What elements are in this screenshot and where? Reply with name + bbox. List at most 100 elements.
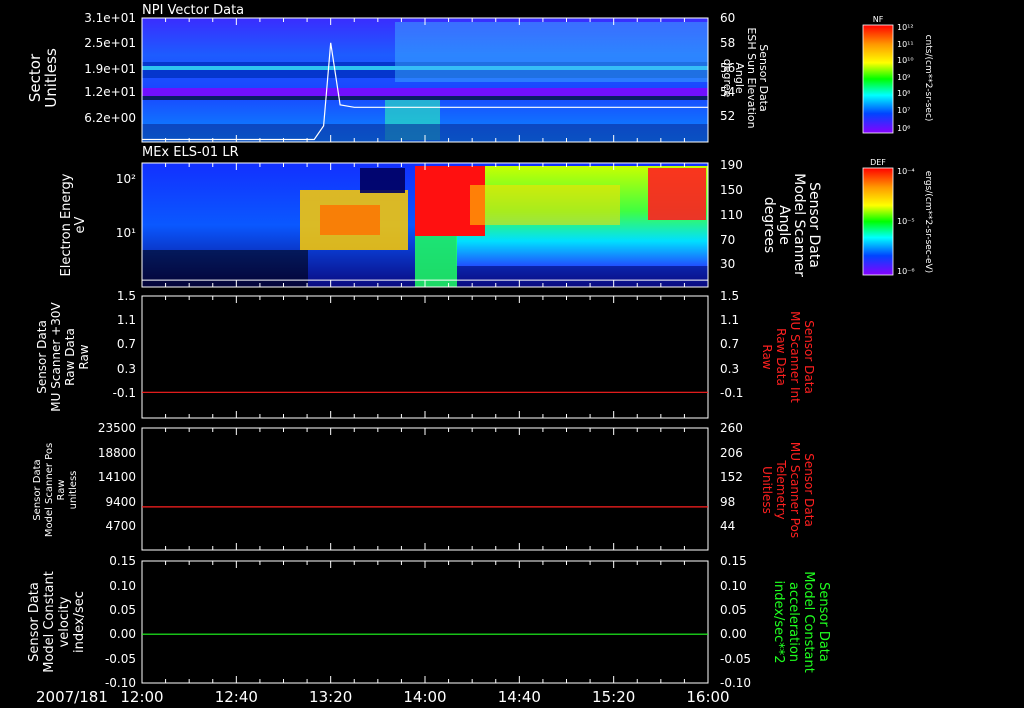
npi-colorbar-tick: 10¹² xyxy=(897,23,914,32)
date-label: 2007/181 xyxy=(36,688,108,706)
mu30-ytick: 1.5 xyxy=(117,289,136,303)
mu30-ylabel-right: MU Scanner Int xyxy=(788,311,802,403)
mu30-x-ticks xyxy=(141,296,709,418)
els-ylabel-right: Model Scanner xyxy=(791,173,807,277)
npi-colorbar-units: cnts/(cm**2-sr-sec) xyxy=(923,35,933,122)
time-tick-labels: 12:00 12:40 13:20 14:00 14:40 15:20 16:00 xyxy=(120,688,729,706)
npi-bright-region xyxy=(395,22,708,82)
pos-left-axis: 23500 18800 14100 9400 4700 Sensor Data … xyxy=(32,421,136,537)
pos-ylabel: Raw xyxy=(56,479,67,500)
els-colorbar-tick: 10⁻⁴ xyxy=(897,167,915,176)
vel-ylabel: index/sec xyxy=(72,591,87,653)
vel-ylabel: Sensor Data xyxy=(27,582,42,662)
els-dark-low xyxy=(142,250,308,287)
mu30-ytick-right: 1.1 xyxy=(720,313,739,327)
vel-ytick: 0.05 xyxy=(109,603,136,617)
vel-ytick: 0.00 xyxy=(109,627,136,641)
els-ylabel-right: Sensor Data xyxy=(806,182,822,268)
pos-ytick-right: 260 xyxy=(720,421,743,435)
els-colorbar-tick: 10⁻⁵ xyxy=(897,217,915,226)
time-tick-label: 13:20 xyxy=(309,688,352,706)
vel-left-axis: 0.15 0.10 0.05 0.00 -0.05 -0.10 Sensor D… xyxy=(27,554,136,690)
els-red-right xyxy=(648,168,706,220)
pos-ylabel-right: Sensor Data xyxy=(802,453,816,527)
vel-right-axis: 0.15 0.10 0.05 0.00 -0.05 -0.10 Sensor D… xyxy=(720,554,831,690)
npi-ytick-right: 58 xyxy=(720,36,735,50)
vel-ytick: 0.15 xyxy=(109,554,136,568)
npi-left-axis: 3.1e+01 2.5e+01 1.9e+01 1.2e+01 6.2e+00 … xyxy=(26,11,136,125)
els-colorbar-units: ergs/(cm**2-sr-sec-eV) xyxy=(923,171,933,273)
els-right-axis: 190 150 110 70 30 Sensor Data Model Scan… xyxy=(720,158,822,277)
els-orange-spot xyxy=(320,205,380,235)
time-tick-label: 12:00 xyxy=(120,688,163,706)
pos-ylabel-right: Unitless xyxy=(760,466,774,514)
pos-ytick: 23500 xyxy=(98,421,136,435)
mu30-ylabel: MU Scanner +30V xyxy=(49,302,63,412)
npi-ytick: 2.5e+01 xyxy=(84,36,136,50)
npi-colorbar-tick: 10⁶ xyxy=(897,124,910,133)
vel-ylabel-right: Sensor Data xyxy=(816,582,831,662)
pos-right-axis: 260 206 152 98 44 Sensor Data MU Scanner… xyxy=(720,421,816,538)
pos-ytick: 18800 xyxy=(98,446,136,460)
mu30-ylabel-right: Raw xyxy=(760,344,774,369)
pos-x-ticks xyxy=(141,428,709,550)
panel-npi: NPI Vector Data 3.1e+01 2.5e+01 1.9e+01 … xyxy=(26,3,933,143)
vel-ylabel: Model Constant xyxy=(42,571,57,673)
time-tick-label: 16:00 xyxy=(686,688,729,706)
npi-colorbar-label: NF xyxy=(873,15,884,24)
mu30-ytick-right: 1.5 xyxy=(720,289,739,303)
vel-ylabel: velocity xyxy=(57,596,72,647)
vel-ylabel-right: index/sec**2 xyxy=(771,580,786,663)
els-ytick-right: 70 xyxy=(720,233,735,247)
pos-ytick-right: 98 xyxy=(720,495,735,509)
mu30-ytick: 0.3 xyxy=(117,362,136,376)
npi-ytick: 3.1e+01 xyxy=(84,11,136,25)
mu30-ytick: 0.7 xyxy=(117,337,136,351)
els-ytick-right: 150 xyxy=(720,183,743,197)
npi-ylabel: Unitless xyxy=(42,48,60,108)
panel-vel: 0.15 0.10 0.05 0.00 -0.05 -0.10 Sensor D… xyxy=(27,554,831,690)
vel-ylabel-right: acceleration xyxy=(786,582,801,662)
els-ytick-right: 190 xyxy=(720,158,743,172)
panel-els-title: MEx ELS-01 LR xyxy=(142,145,239,160)
pos-ylabel: Model Scanner Pos xyxy=(44,443,55,537)
pos-ylabel-right: MU Scanner Pos xyxy=(788,442,802,538)
npi-right-axis: 60 58 56 54 52 Sensor Data ESH Sun Eleva… xyxy=(720,11,770,129)
mu30-frame xyxy=(141,295,709,419)
npi-ytick-right: 52 xyxy=(720,109,735,123)
els-ytick: 10² xyxy=(116,172,136,186)
npi-ytick: 6.2e+00 xyxy=(84,111,136,125)
els-ytick: 10¹ xyxy=(116,226,136,240)
vel-frame xyxy=(141,560,709,684)
els-yellow-band xyxy=(470,185,620,225)
npi-colorbar: NF 10¹² 10¹¹ 10¹⁰ 10⁹ 10⁸ 10⁷ 10⁶ cnts/(… xyxy=(862,15,933,134)
npi-colorbar-gradient xyxy=(862,24,894,134)
vel-ytick: 0.10 xyxy=(109,579,136,593)
els-green-column xyxy=(415,236,457,287)
pos-ytick-right: 206 xyxy=(720,446,743,460)
mu30-ylabel: Sensor Data xyxy=(35,320,49,394)
pos-ytick: 14100 xyxy=(98,470,136,484)
time-tick-label: 15:20 xyxy=(592,688,635,706)
vel-ytick-right: 0.15 xyxy=(720,554,747,568)
vel-ytick-right: 0.10 xyxy=(720,579,747,593)
npi-ytick: 1.9e+01 xyxy=(84,62,136,76)
pos-ytick: 4700 xyxy=(105,519,136,533)
time-tick-label: 12:40 xyxy=(215,688,258,706)
pos-ylabel: Sensor Data xyxy=(32,459,43,520)
npi-colorbar-tick: 10⁷ xyxy=(897,106,910,115)
panel-npi-title: NPI Vector Data xyxy=(142,3,244,18)
els-ytick-right: 30 xyxy=(720,257,735,271)
mu30-ytick: 1.1 xyxy=(117,313,136,327)
vel-ytick-right: 0.05 xyxy=(720,603,747,617)
els-colorbar-gradient xyxy=(862,167,894,276)
time-tick-label: 14:40 xyxy=(498,688,541,706)
vel-ylabel-right: Model Constant xyxy=(801,571,816,673)
npi-ytick: 1.2e+01 xyxy=(84,85,136,99)
mu30-ytick-right: 0.3 xyxy=(720,362,739,376)
time-tick-label: 14:00 xyxy=(403,688,446,706)
mu30-right-axis: 1.5 1.1 0.7 0.3 -0.1 Sensor Data MU Scan… xyxy=(720,289,816,403)
npi-colorbar-tick: 10⁹ xyxy=(897,73,910,82)
npi-band-dark xyxy=(142,96,708,100)
panel-els: MEx ELS-01 LR 10² 10¹ Electron Energy eV… xyxy=(59,145,933,288)
